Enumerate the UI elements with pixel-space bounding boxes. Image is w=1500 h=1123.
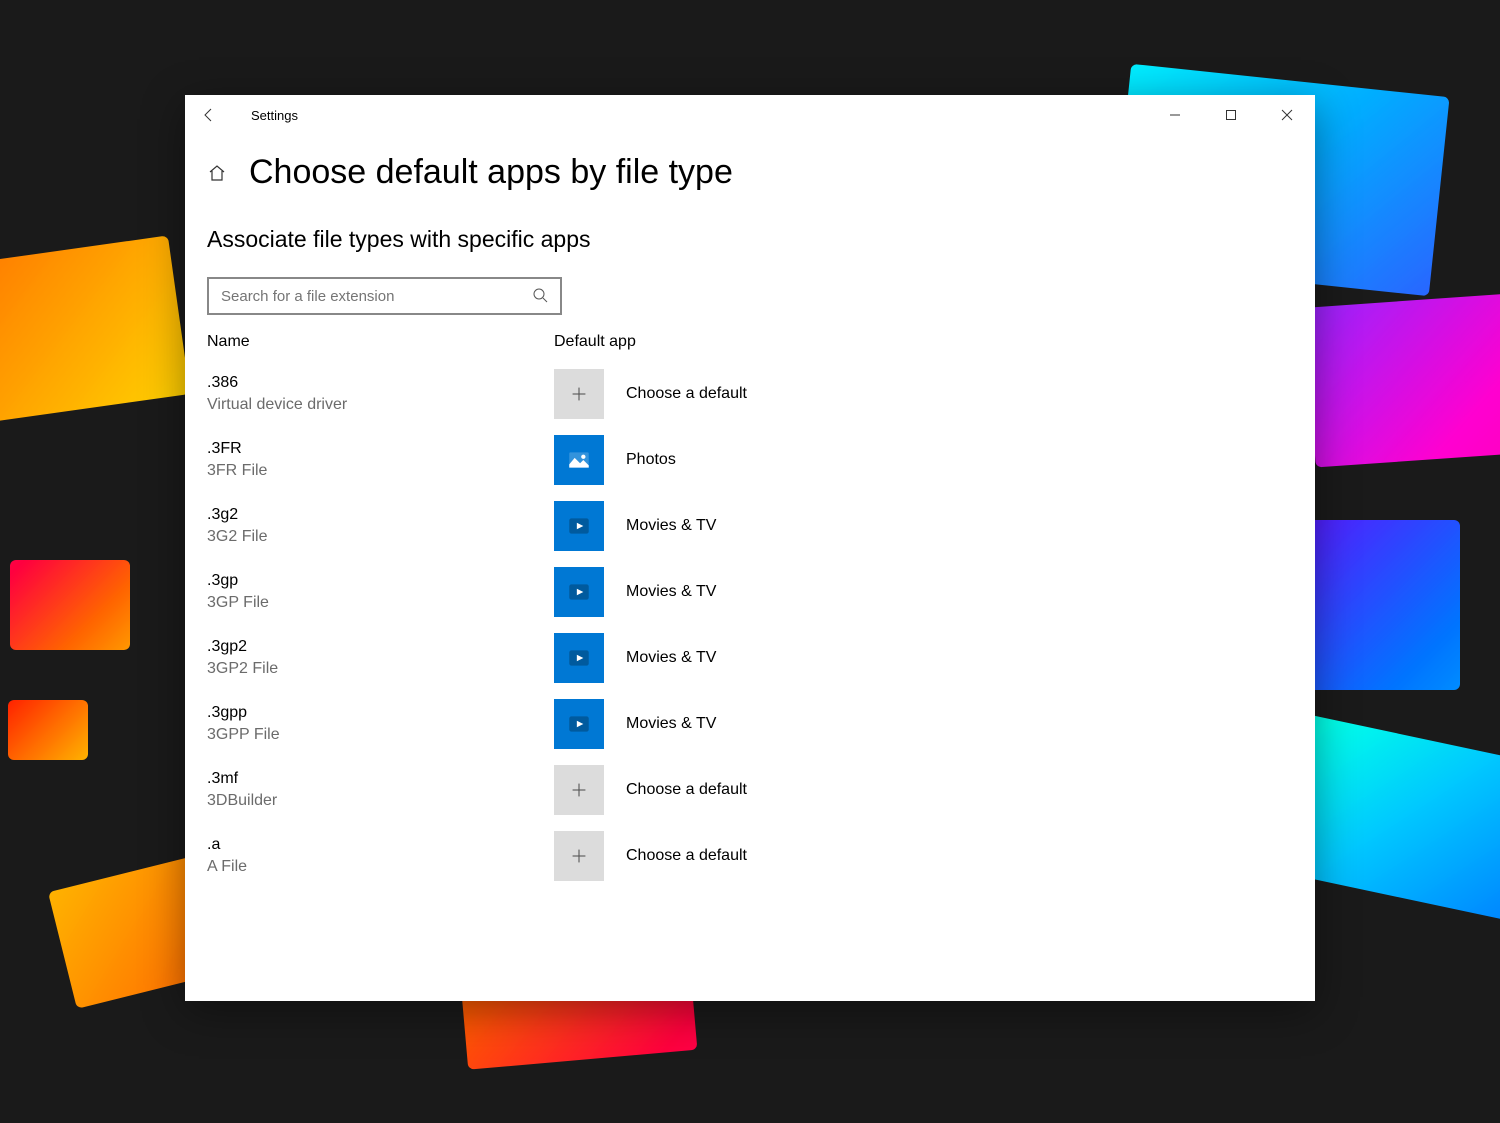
app-name-label: Choose a default: [626, 781, 747, 799]
movies-app-icon: [554, 567, 604, 617]
file-extension: .3FR: [207, 438, 554, 460]
file-extension: .3mf: [207, 768, 554, 790]
search-input[interactable]: [221, 288, 532, 305]
file-type-row: .3gp23GP2 File Movies & TV: [207, 625, 1315, 691]
back-button[interactable]: [185, 95, 233, 135]
file-extension: .a: [207, 834, 554, 856]
default-app-button[interactable]: Movies & TV: [554, 501, 716, 551]
file-description: 3G2 File: [207, 526, 554, 548]
file-description: 3GPP File: [207, 724, 554, 746]
title-bar: Settings: [185, 95, 1315, 135]
search-box[interactable]: [207, 277, 562, 315]
file-extension: .386: [207, 372, 554, 394]
default-app-button[interactable]: Movies & TV: [554, 699, 716, 749]
file-description: 3FR File: [207, 460, 554, 482]
settings-window: Settings Choose default apps by file typ…: [185, 95, 1315, 1001]
page-subtitle: Associate file types with specific apps: [185, 226, 1315, 253]
default-app-button[interactable]: Movies & TV: [554, 567, 716, 617]
default-app-button[interactable]: Choose a default: [554, 765, 747, 815]
file-type-list: .386Virtual device driver Choose a defaul…: [185, 361, 1315, 1001]
home-icon[interactable]: [207, 163, 227, 183]
search-icon[interactable]: [532, 287, 550, 305]
page-title: Choose default apps by file type: [249, 153, 733, 192]
photos-app-icon: [554, 435, 604, 485]
column-headers: Name Default app: [185, 333, 1315, 351]
app-name-label: Choose a default: [626, 385, 747, 403]
file-type-row: .3gpp3GPP File Movies & TV: [207, 691, 1315, 757]
file-description: A File: [207, 856, 554, 878]
file-description: 3DBuilder: [207, 790, 554, 812]
movies-app-icon: [554, 633, 604, 683]
file-extension: .3gp2: [207, 636, 554, 658]
plus-icon: [554, 369, 604, 419]
close-button[interactable]: [1259, 95, 1315, 135]
file-type-row: .3g23G2 File Movies & TV: [207, 493, 1315, 559]
column-default-app: Default app: [554, 333, 636, 351]
movies-app-icon: [554, 501, 604, 551]
app-name-label: Movies & TV: [626, 649, 716, 667]
default-app-button[interactable]: Choose a default: [554, 369, 747, 419]
movies-app-icon: [554, 699, 604, 749]
app-name-label: Photos: [626, 451, 676, 469]
column-name: Name: [207, 333, 554, 351]
app-name-label: Movies & TV: [626, 715, 716, 733]
minimize-button[interactable]: [1147, 95, 1203, 135]
file-extension: .3g2: [207, 504, 554, 526]
plus-icon: [554, 831, 604, 881]
file-type-row: .386Virtual device driver Choose a defaul…: [207, 361, 1315, 427]
file-type-row: .3mf3DBuilder Choose a default: [207, 757, 1315, 823]
window-title: Settings: [233, 108, 298, 123]
file-extension: .3gpp: [207, 702, 554, 724]
app-name-label: Movies & TV: [626, 517, 716, 535]
file-type-row: .3gp3GP File Movies & TV: [207, 559, 1315, 625]
file-extension: .3gp: [207, 570, 554, 592]
plus-icon: [554, 765, 604, 815]
file-type-row: .aA File Choose a default: [207, 823, 1315, 889]
app-name-label: Movies & TV: [626, 583, 716, 601]
file-description: Virtual device driver: [207, 394, 554, 416]
file-description: 3GP File: [207, 592, 554, 614]
file-description: 3GP2 File: [207, 658, 554, 680]
default-app-button[interactable]: Movies & TV: [554, 633, 716, 683]
maximize-button[interactable]: [1203, 95, 1259, 135]
file-type-row: .3FR3FR File Photos: [207, 427, 1315, 493]
default-app-button[interactable]: Choose a default: [554, 831, 747, 881]
default-app-button[interactable]: Photos: [554, 435, 676, 485]
app-name-label: Choose a default: [626, 847, 747, 865]
